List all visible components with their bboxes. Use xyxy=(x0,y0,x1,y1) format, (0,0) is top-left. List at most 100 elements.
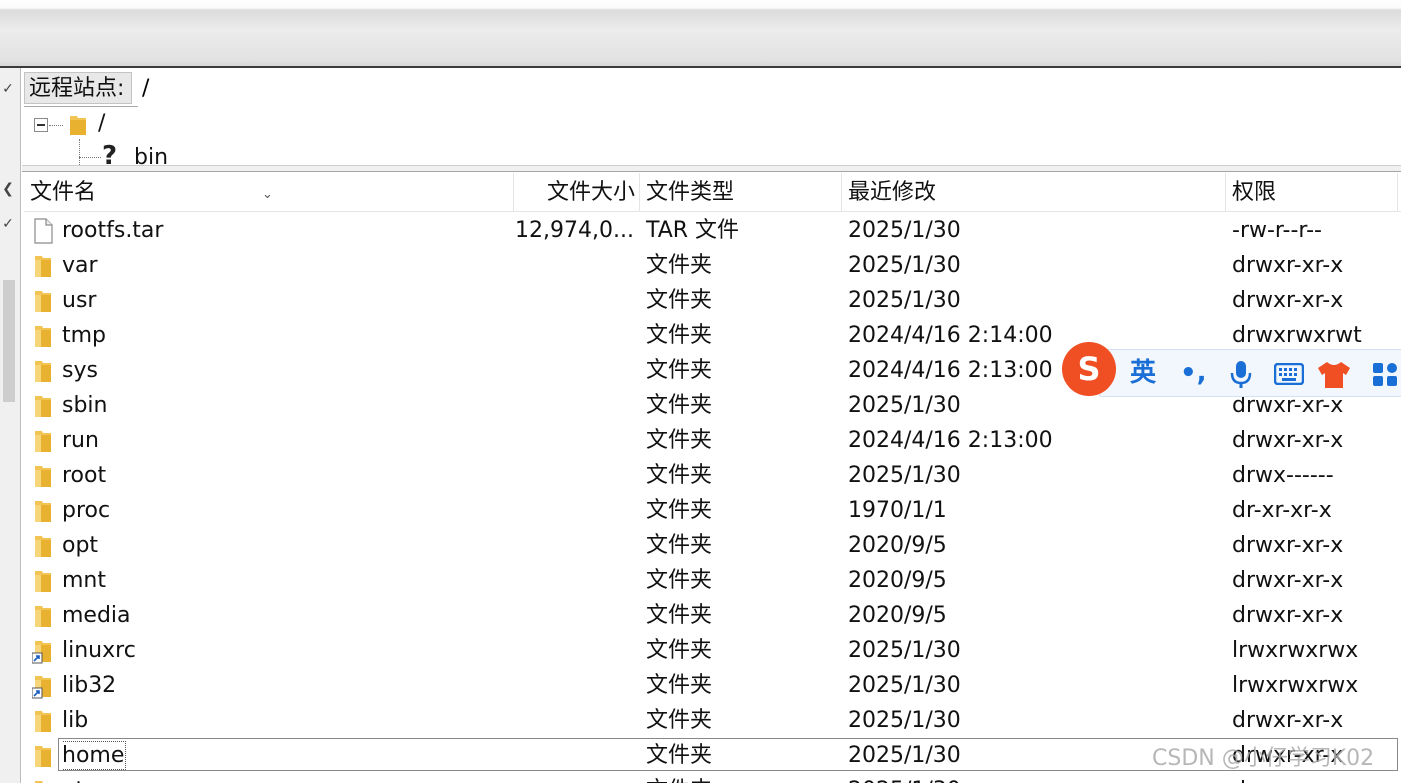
local-pane-edge[interactable]: ✓ ❮ ✓ xyxy=(0,68,21,783)
pane-splitter[interactable] xyxy=(22,165,1401,172)
file-row-lib[interactable]: lib 文件夹 2025/1/30 drwxr-xr-x xyxy=(24,703,1401,738)
folder-icon xyxy=(32,603,54,629)
file-type-text: 文件夹 xyxy=(646,778,712,783)
file-modified: 2025/1/30 xyxy=(848,458,1218,493)
collapse-toggle-icon[interactable] xyxy=(34,118,48,132)
file-row-rootfs-tar[interactable]: rootfs.tar 12,974,0... TAR 文件 2025/1/30 -rw-… xyxy=(24,213,1401,248)
file-permissions-text: drwxr-xr-x xyxy=(1232,428,1344,453)
file-name: linuxrc xyxy=(62,633,532,668)
file-type: 文件夹 xyxy=(646,493,836,528)
file-type-text: 文件夹 xyxy=(646,323,713,348)
file-permissions: drwx------ xyxy=(1232,458,1401,493)
file-modified: 2020/9/5 xyxy=(848,598,1218,633)
column-header-type[interactable]: 文件类型 xyxy=(640,173,842,211)
file-row-linuxrc[interactable]: linuxrc 文件夹 2025/1/30 lrwxrwxrwx xyxy=(24,633,1401,668)
column-header-permissions[interactable]: 权限 xyxy=(1226,173,1398,211)
remote-site-bar: 远程站点: xyxy=(24,70,1401,107)
file-type: 文件夹 xyxy=(646,703,836,738)
toolbox-grid-icon[interactable] xyxy=(1372,362,1401,388)
file-name: rootfs.tar xyxy=(62,213,532,248)
column-header-name-label: 文件名 xyxy=(30,180,97,205)
file-size-text: 12,974,0... xyxy=(515,218,634,243)
file-type-text: 文件夹 xyxy=(646,603,713,628)
column-header-name[interactable]: 文件名 ⌄ xyxy=(24,173,514,211)
file-modified: 2025/1/30 xyxy=(848,213,1218,248)
file-type-text: 文件夹 xyxy=(646,358,713,383)
file-name: etc xyxy=(62,773,532,783)
ime-punct-toggle[interactable]: •, xyxy=(1180,358,1207,388)
file-name: sbin xyxy=(62,388,532,423)
file-permissions-text: lrwxrwxrwx xyxy=(1232,638,1359,663)
file-permissions-text: drwxr-xr-x xyxy=(1232,603,1344,628)
tree-item-bin[interactable]: bin xyxy=(134,145,168,165)
toolbar-divider xyxy=(0,66,1401,68)
file-modified: 2025/1/30 xyxy=(848,633,1218,668)
file-name-text: home xyxy=(62,741,127,770)
file-name-text: rootfs.tar xyxy=(62,218,164,243)
mic-icon[interactable] xyxy=(1230,360,1252,390)
file-size xyxy=(514,458,634,493)
file-size xyxy=(514,738,634,773)
file-permissions-text: -rw-r--r-- xyxy=(1232,218,1322,243)
file-permissions: drwxr-xr-x xyxy=(1232,248,1401,283)
file-name-text: linuxrc xyxy=(62,638,136,663)
file-permissions: lrwxrwxrwx xyxy=(1232,668,1401,703)
file-row-lib32[interactable]: lib32 文件夹 2025/1/30 lrwxrwxrwx xyxy=(24,668,1401,703)
tree-item-root[interactable]: / xyxy=(98,111,105,136)
file-name: tmp xyxy=(62,318,532,353)
file-modified: 2025/1/30 xyxy=(848,248,1218,283)
file-type: 文件夹 xyxy=(646,318,836,353)
file-type: 文件夹 xyxy=(646,248,836,283)
skin-shirt-icon[interactable] xyxy=(1316,360,1352,390)
file-row-run[interactable]: run 文件夹 2024/4/16 2:13:00 drwxr-xr-x xyxy=(24,423,1401,458)
file-permissions-text: drwxr-xr-x xyxy=(1232,533,1344,558)
file-permissions: drwxr-xr-x xyxy=(1232,283,1401,318)
file-modified: 2025/1/30 xyxy=(848,668,1218,703)
file-row-media[interactable]: media 文件夹 2020/9/5 drwxr-xr-x xyxy=(24,598,1401,633)
folder-icon xyxy=(32,568,54,594)
file-name-text: mnt xyxy=(62,568,106,593)
file-size xyxy=(514,493,634,528)
file-size: 12,974,0... xyxy=(514,213,634,248)
file-row-proc[interactable]: proc 文件夹 1970/1/1 dr-xr-xr-x xyxy=(24,493,1401,528)
remote-site-path-input[interactable] xyxy=(138,70,1401,107)
keyboard-icon[interactable] xyxy=(1274,363,1304,385)
file-name-text: root xyxy=(62,463,107,488)
ime-toolbar[interactable]: S 英 •, xyxy=(1058,338,1401,400)
local-scrollbar-thumb[interactable] xyxy=(3,280,15,402)
file-type: 文件夹 xyxy=(646,528,836,563)
file-modified: 2025/1/30 xyxy=(848,773,1218,783)
file-row-mnt[interactable]: mnt 文件夹 2020/9/5 drwxr-xr-x xyxy=(24,563,1401,598)
file-type-text: 文件夹 xyxy=(646,743,713,768)
column-header-modified[interactable]: 最近修改 xyxy=(842,173,1226,211)
file-size xyxy=(514,703,634,738)
file-type: 文件夹 xyxy=(646,633,836,668)
file-type-text: 文件夹 xyxy=(646,463,713,488)
ime-mode-toggle[interactable]: 英 xyxy=(1130,358,1156,388)
file-permissions: drwxr-xr-x xyxy=(1232,423,1401,458)
file-row-usr[interactable]: usr 文件夹 2025/1/30 drwxr-xr-x xyxy=(24,283,1401,318)
file-permissions-text: dr-xr-xr-x xyxy=(1232,498,1332,523)
file-row-var[interactable]: var 文件夹 2025/1/30 drwxr-xr-x xyxy=(24,248,1401,283)
folder-icon xyxy=(32,533,54,559)
column-header-size[interactable]: 文件大小 xyxy=(514,173,640,211)
file-permissions-text: drwxr-xr-x xyxy=(1232,288,1344,313)
file-modified-text: 2025/1/30 xyxy=(848,673,961,698)
file-row-opt[interactable]: opt 文件夹 2020/9/5 drwxr-xr-x xyxy=(24,528,1401,563)
file-permissions-text: drwxr-xr-x xyxy=(1232,778,1343,783)
file-permissions: -rw-r--r-- xyxy=(1232,213,1401,248)
folder-icon xyxy=(32,393,54,419)
file-icon xyxy=(32,218,54,244)
file-size xyxy=(514,248,634,283)
file-row-etc[interactable]: etc 文件夹 2025/1/30 drwxr-xr-x xyxy=(24,773,1401,783)
file-type-text: 文件夹 xyxy=(646,673,713,698)
file-modified-text: 2025/1/30 xyxy=(848,288,961,313)
file-name-text: tmp xyxy=(62,323,107,348)
file-type-text: 文件夹 xyxy=(646,638,713,663)
sogou-logo-icon[interactable]: S xyxy=(1058,338,1120,400)
file-name: usr xyxy=(62,283,532,318)
file-size xyxy=(514,388,634,423)
file-size xyxy=(514,283,634,318)
file-type: 文件夹 xyxy=(646,353,836,388)
file-row-root[interactable]: root 文件夹 2025/1/30 drwx------ xyxy=(24,458,1401,493)
